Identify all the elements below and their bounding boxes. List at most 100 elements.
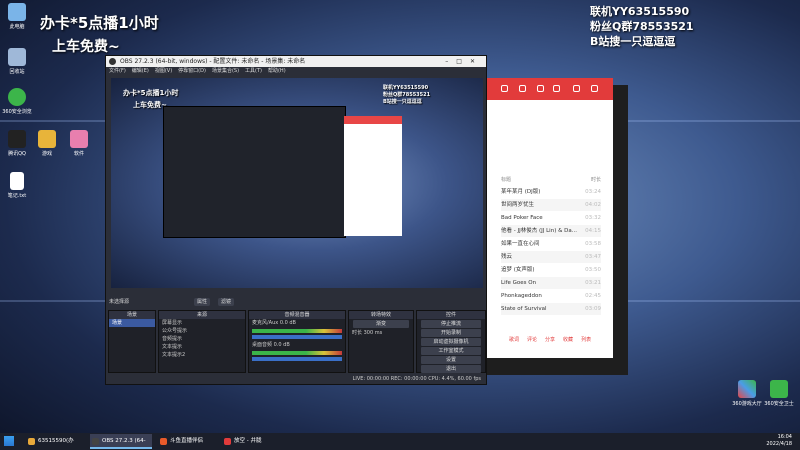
scenes-dock: 场景 场景: [108, 310, 156, 373]
desktop-icon-360-security[interactable]: 360安全卫士: [764, 380, 794, 407]
column-title: 标题: [501, 177, 512, 183]
song-row[interactable]: State of Survival 03:09: [501, 303, 601, 315]
song-title: 追梦 (女声版): [501, 267, 535, 273]
menu-scene-collection[interactable]: 场景集合(S): [212, 67, 239, 76]
music-header: [487, 78, 613, 100]
desktop-icon-recycle-bin[interactable]: 回收站: [2, 48, 32, 75]
exit-button[interactable]: 退出: [421, 365, 481, 373]
settings-icon[interactable]: [501, 85, 508, 92]
scene-item[interactable]: 场景: [109, 319, 155, 327]
controls-dock: 控件 停止推流 开始录制 启动虚拟摄像机 工作室模式 设置 退出: [416, 310, 486, 373]
windows-start-icon[interactable]: [4, 436, 14, 446]
lyrics-button[interactable]: 歌词: [509, 336, 519, 343]
music-player-window[interactable]: 标题 时长 某年某月 (DJ版) 03:24 世间两岁忧生 04:02 Bad Po…: [487, 78, 613, 358]
douyu-app-icon: [160, 438, 167, 445]
mixer-title: 音频混音器: [249, 311, 345, 319]
playlist-button[interactable]: 列表: [581, 336, 591, 343]
song-time: 03:09: [585, 306, 601, 312]
system-clock[interactable]: 16:04 2022/4/18: [752, 434, 792, 448]
column-time: 时长: [590, 177, 601, 183]
menu-view[interactable]: 视图(V): [155, 67, 172, 76]
taskbar-item-music[interactable]: 放空 - 井胧: [222, 434, 282, 449]
transition-select[interactable]: 渐变: [353, 320, 409, 328]
game-center-icon: [738, 380, 756, 398]
preview-nested-obs: [163, 106, 346, 238]
source-item[interactable]: 屏幕显示: [159, 319, 245, 327]
desktop-icon-software[interactable]: 软件: [64, 130, 94, 157]
promo-left-line2: 上车免费~: [52, 39, 120, 55]
song-row[interactable]: Phonkageddon 02:45: [501, 290, 601, 302]
volume-slider[interactable]: [252, 335, 342, 339]
properties-button[interactable]: 属性: [194, 298, 211, 306]
song-row[interactable]: 某年某月 (DJ版) 03:24: [501, 186, 601, 198]
source-item[interactable]: 文本提示: [159, 343, 245, 351]
comments-button[interactable]: 评论: [527, 336, 537, 343]
song-time: 03:58: [585, 241, 601, 247]
song-row[interactable]: 如果一直在心间 03:58: [501, 238, 601, 250]
source-toolbar: 未选择源 属性 滤镜: [106, 296, 486, 308]
desktop-icon-360-games[interactable]: 360游戏大厅: [732, 380, 762, 407]
skin-icon[interactable]: [537, 85, 544, 92]
menu-docks[interactable]: 停靠窗口(D): [178, 67, 206, 76]
obs-titlebar[interactable]: OBS 27.2.3 (64-bit, windows) - 配置文件: 未命名…: [106, 56, 486, 67]
song-title: 某年某月 (DJ版): [501, 189, 541, 195]
preview-promo-line2: 上车免费~: [133, 101, 167, 109]
netease-music-icon: [224, 438, 231, 445]
volume-slider[interactable]: [252, 357, 342, 361]
obs-window[interactable]: OBS 27.2.3 (64-bit, windows) - 配置文件: 未命名…: [105, 55, 487, 385]
virtual-camera-button[interactable]: 启动虚拟摄像机: [421, 338, 481, 346]
desktop-icon-qq[interactable]: 腾讯QQ: [2, 130, 32, 157]
song-time: 04:02: [585, 202, 601, 208]
song-row[interactable]: Bad Poker Face 03:32: [501, 212, 601, 224]
shield-icon: [770, 380, 788, 398]
clock-date: 2022/4/18: [766, 441, 792, 447]
volume-meter: [252, 351, 342, 355]
mixer-channel: 桌面音频 0.0 dB: [252, 342, 290, 348]
taskbar: 63515590(办_B)... OBS 27.2.3 (64-bit... 斗…: [0, 433, 800, 450]
song-row[interactable]: 世间两岁忧生 04:02: [501, 199, 601, 211]
window-controls[interactable]: –□✕: [445, 56, 483, 67]
share-button[interactable]: 分享: [545, 336, 555, 343]
obs-statusbar: LIVE: 00:00:00 REC: 00:00:00 CPU: 4.4%, …: [106, 374, 486, 384]
mixer-channel: 麦克风/Aux 0.0 dB: [252, 320, 296, 326]
preview-promo-right3: B站搜一只逗逗逗: [383, 99, 422, 105]
minimize-icon[interactable]: [573, 85, 580, 92]
qq-penguin-icon: [8, 130, 26, 148]
taskbar-item-douyu[interactable]: 斗鱼直播伴侣: [158, 434, 218, 449]
desktop-icon-notes[interactable]: 笔记.txt: [2, 172, 32, 199]
song-row[interactable]: 残云 03:47: [501, 251, 601, 263]
desktop-icon-360-browser[interactable]: 360安全浏览: [2, 88, 32, 115]
promo-right-line3: B站搜一只逗逗逗: [590, 35, 676, 48]
favorite-button[interactable]: 收藏: [563, 336, 573, 343]
close-icon[interactable]: [591, 85, 598, 92]
mini-mode-icon[interactable]: [553, 85, 560, 92]
song-row[interactable]: Life Goes On 03:21: [501, 277, 601, 289]
song-title: 他看 - JJ林俊杰 (JJ Lin) & Da...: [501, 228, 577, 234]
menu-tools[interactable]: 工具(T): [245, 67, 262, 76]
menu-file[interactable]: 文件(F): [109, 67, 126, 76]
taskbar-item-qq[interactable]: 63515590(办_B)...: [26, 434, 86, 449]
source-item[interactable]: 文本提示2: [159, 351, 245, 359]
stop-streaming-button[interactable]: 停止推流: [421, 320, 481, 328]
filters-button[interactable]: 滤镜: [218, 298, 235, 306]
mail-icon[interactable]: [519, 85, 526, 92]
desktop-icon-this-pc[interactable]: 此电脑: [2, 3, 32, 30]
computer-icon: [8, 3, 26, 21]
song-row[interactable]: 追梦 (女声版) 03:50: [501, 264, 601, 276]
song-row[interactable]: 他看 - JJ林俊杰 (JJ Lin) & Da... 04:15: [501, 225, 601, 237]
promo-left-line1: 办卡*5点播1小时: [40, 14, 159, 32]
start-recording-button[interactable]: 开始录制: [421, 329, 481, 337]
browser-icon: [8, 88, 26, 106]
menu-help[interactable]: 帮助(H): [268, 67, 286, 76]
source-item[interactable]: 音频提示: [159, 335, 245, 343]
studio-mode-button[interactable]: 工作室模式: [421, 347, 481, 355]
menu-edit[interactable]: 编辑(E): [132, 67, 149, 76]
obs-preview-canvas[interactable]: 办卡*5点播1小时 上车免费~ 联机YY63515590 粉丝Q群7855352…: [111, 78, 483, 288]
settings-button[interactable]: 设置: [421, 356, 481, 364]
duration-input[interactable]: 300 ms: [364, 330, 383, 336]
duration-row: 时长 300 ms: [352, 330, 383, 336]
desktop-icon-games[interactable]: 游戏: [32, 130, 62, 157]
song-title: 世间两岁忧生: [501, 202, 535, 208]
source-item[interactable]: 公众号提示: [159, 327, 245, 335]
taskbar-item-obs[interactable]: OBS 27.2.3 (64-bit...: [90, 434, 152, 449]
